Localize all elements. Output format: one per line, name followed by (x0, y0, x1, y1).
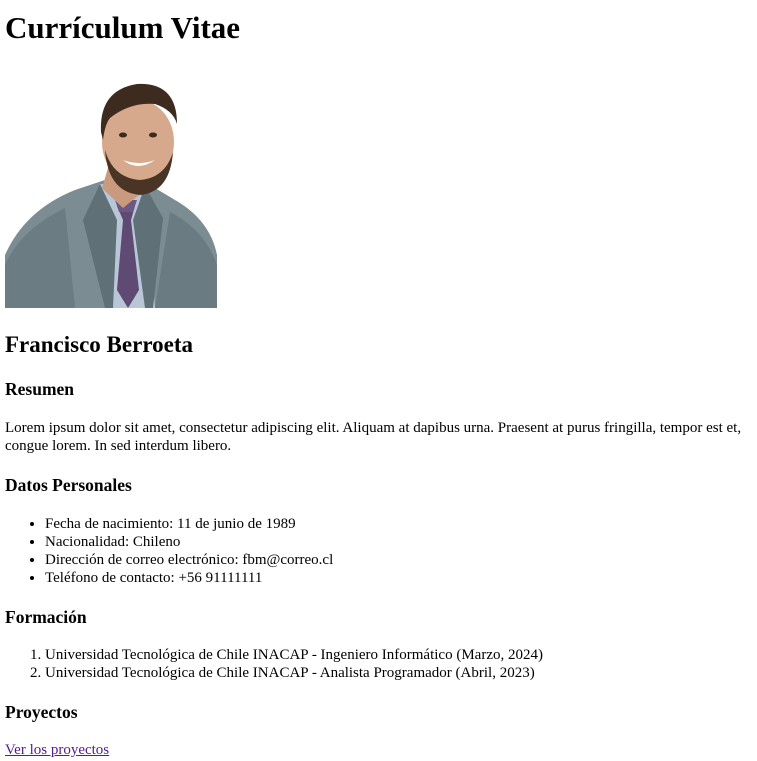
profile-photo (5, 83, 217, 308)
education-list: Universidad Tecnológica de Chile INACAP … (5, 646, 543, 682)
section-title-resumen: Resumen (5, 379, 75, 399)
page-title: Currículum Vitae (5, 10, 241, 45)
list-item-birthdate: Fecha de nacimiento: 11 de junio de 1989 (45, 515, 333, 533)
list-item-email: Dirección de correo electrónico: fbm@cor… (45, 551, 333, 569)
list-item-phone: Teléfono de contacto: +56 91111111 (45, 569, 333, 587)
personal-data-list: Fecha de nacimiento: 11 de junio de 1989… (5, 515, 333, 587)
list-item-education-2: Universidad Tecnológica de Chile INACAP … (45, 664, 543, 682)
section-title-datos-personales: Datos Personales (5, 475, 132, 495)
section-title-proyectos: Proyectos (5, 702, 78, 722)
person-name: Francisco Berroeta (5, 332, 193, 357)
projects-link[interactable]: Ver los proyectos (5, 742, 109, 759)
section-title-formacion: Formación (5, 607, 87, 627)
list-item-nationality: Nacionalidad: Chileno (45, 533, 333, 551)
list-item-education-1: Universidad Tecnológica de Chile INACAP … (45, 646, 543, 664)
summary-text: Lorem ipsum dolor sit amet, consectetur … (5, 420, 742, 454)
